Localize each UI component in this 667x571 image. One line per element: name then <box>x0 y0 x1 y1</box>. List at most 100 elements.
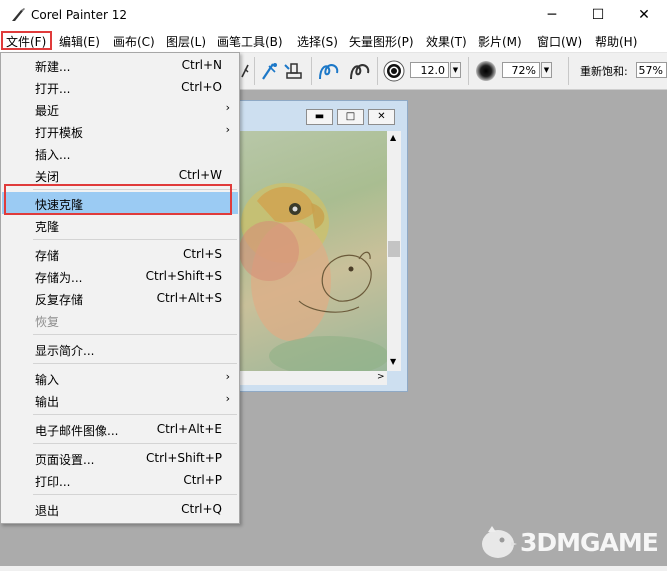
doc-minimize-button[interactable]: ▬ <box>306 109 333 125</box>
menu-item-label: 显示简介... <box>35 344 95 358</box>
straight-stroke-icon[interactable] <box>348 59 374 83</box>
brush-ghost-icon[interactable] <box>260 60 280 82</box>
menu-item-label: 恢复 <box>35 315 60 329</box>
brush-size-field[interactable]: 12.0 <box>410 62 449 78</box>
submenu-arrow-icon: › <box>225 392 230 405</box>
watermark-bird-logo-icon <box>482 526 517 558</box>
menu-item-page-setup[interactable]: 页面设置... Ctrl+Shift+P <box>2 447 238 469</box>
brush-size-icon <box>383 60 405 82</box>
menu-item-insert[interactable]: 插入... <box>2 142 238 164</box>
menu-item-save-as[interactable]: 存储为... Ctrl+Shift+S <box>2 265 238 287</box>
document-window[interactable]: ▬ □ ✕ ▲ ▼ > <box>232 100 408 392</box>
menu-item-label: 克隆 <box>35 220 60 234</box>
menu-item-shortcut: Ctrl+P <box>183 473 222 487</box>
submenu-arrow-icon: › <box>225 370 230 383</box>
scroll-up-arrow-icon[interactable]: ▲ <box>390 133 396 142</box>
window-title: Corel Painter 12 <box>31 8 128 22</box>
menu-item-save[interactable]: 存储 Ctrl+S <box>2 243 238 265</box>
menu-item-get-info[interactable]: 显示简介... <box>2 338 238 360</box>
menu-item-revert: 恢复 <box>2 309 238 331</box>
menu-item-label: 存储 <box>35 249 60 263</box>
menu-item-export[interactable]: 输出 › <box>2 389 238 411</box>
menu-item-open-template[interactable]: 打开模板 › <box>2 120 238 142</box>
menu-item-shortcut: Ctrl+Shift+S <box>145 269 222 283</box>
menu-window[interactable]: 窗口(W) <box>537 33 582 50</box>
menu-item-shortcut: Ctrl+N <box>181 58 222 72</box>
menu-item-label: 最近 <box>35 104 60 118</box>
menu-layers[interactable]: 图层(L) <box>166 33 206 50</box>
watermark: 3DMGAME <box>478 520 659 564</box>
menu-item-label: 反复存储 <box>35 293 84 307</box>
toolbar-separator <box>311 57 312 85</box>
opacity-icon <box>476 61 496 81</box>
menu-separator <box>33 494 237 495</box>
opacity-dropdown[interactable]: ▼ <box>541 62 552 78</box>
menu-item-label: 输入 <box>35 373 60 387</box>
resaturation-field[interactable]: 57% <box>636 62 667 78</box>
menu-item-label: 页面设置... <box>35 453 95 467</box>
quick-clone-annotation-box <box>4 184 232 215</box>
status-bar <box>0 566 667 571</box>
menu-separator <box>33 239 237 240</box>
menu-item-new[interactable]: 新建... Ctrl+N <box>2 54 238 76</box>
menu-separator <box>33 363 237 364</box>
menu-item-label: 存储为... <box>35 271 83 285</box>
maximize-button[interactable]: ☐ <box>575 0 621 30</box>
brush-stroke-icon[interactable] <box>240 63 250 79</box>
painter-brush-icon <box>12 8 25 21</box>
menu-separator <box>33 334 237 335</box>
menu-canvas[interactable]: 画布(C) <box>113 33 155 50</box>
menu-item-iterative-save[interactable]: 反复存储 Ctrl+Alt+S <box>2 287 238 309</box>
image-canvas[interactable] <box>239 131 387 371</box>
minimize-button[interactable]: ─ <box>529 0 575 30</box>
menu-item-recent[interactable]: 最近 › <box>2 98 238 120</box>
menu-help[interactable]: 帮助(H) <box>595 33 637 50</box>
menu-item-shortcut: Ctrl+Alt+S <box>156 291 222 305</box>
scroll-right-arrow-icon[interactable]: > <box>377 372 385 382</box>
menu-item-label: 插入... <box>35 148 71 162</box>
freehand-stroke-icon[interactable] <box>317 59 343 83</box>
menu-item-label: 打开模板 <box>35 126 84 140</box>
scroll-thumb[interactable] <box>388 241 400 257</box>
brush-size-dropdown[interactable]: ▼ <box>450 62 461 78</box>
menu-select[interactable]: 选择(S) <box>297 33 338 50</box>
close-button[interactable]: ✕ <box>621 0 667 30</box>
parrot-image <box>239 183 387 371</box>
submenu-arrow-icon: › <box>225 101 230 114</box>
menu-item-shortcut: Ctrl+W <box>178 168 222 182</box>
file-menu-annotation-box <box>1 31 52 50</box>
menu-item-shortcut: Ctrl+Alt+E <box>156 422 222 436</box>
menu-item-email-image[interactable]: 电子邮件图像... Ctrl+Alt+E <box>2 418 238 440</box>
title-bar: Corel Painter 12 ─ ☐ ✕ <box>0 0 667 30</box>
menu-item-shortcut: Ctrl+O <box>181 80 222 94</box>
doc-close-button[interactable]: ✕ <box>368 109 395 125</box>
file-dropdown-menu: 新建... Ctrl+N 打开... Ctrl+O 最近 › 打开模板 › 插入… <box>0 52 240 524</box>
menu-separator <box>33 414 237 415</box>
menu-edit[interactable]: 编辑(E) <box>59 33 100 50</box>
menu-brush-tools[interactable]: 画笔工具(B) <box>217 33 283 50</box>
menu-item-label: 电子邮件图像... <box>35 424 119 438</box>
toolbar-separator <box>568 57 569 85</box>
menu-item-open[interactable]: 打开... Ctrl+O <box>2 76 238 98</box>
menu-item-shortcut: Ctrl+Q <box>181 502 222 516</box>
menu-effects[interactable]: 效果(T) <box>426 33 467 50</box>
menu-movie[interactable]: 影片(M) <box>478 33 522 50</box>
menu-shapes[interactable]: 矢量图形(P) <box>349 33 414 50</box>
menu-separator <box>33 443 237 444</box>
toolbar-separator <box>468 57 469 85</box>
menu-item-print[interactable]: 打印... Ctrl+P <box>2 469 238 491</box>
opacity-field[interactable]: 72% <box>502 62 540 78</box>
menu-item-label: 新建... <box>35 60 71 74</box>
menu-item-close[interactable]: 关闭 Ctrl+W <box>2 164 238 186</box>
menu-item-label: 打开... <box>35 82 71 96</box>
stamp-tool-icon[interactable] <box>283 60 305 82</box>
doc-vertical-scrollbar[interactable]: ▲ ▼ <box>387 131 401 371</box>
toolbar-separator <box>377 57 378 85</box>
doc-maximize-button[interactable]: □ <box>337 109 364 125</box>
menu-item-clone[interactable]: 克隆 <box>2 214 238 236</box>
doc-horizontal-scrollbar[interactable]: > <box>239 371 387 385</box>
menu-item-exit[interactable]: 退出 Ctrl+Q <box>2 498 238 520</box>
scroll-down-arrow-icon[interactable]: ▼ <box>390 357 396 366</box>
menu-item-label: 退出 <box>35 504 60 518</box>
menu-item-import[interactable]: 输入 › <box>2 367 238 389</box>
